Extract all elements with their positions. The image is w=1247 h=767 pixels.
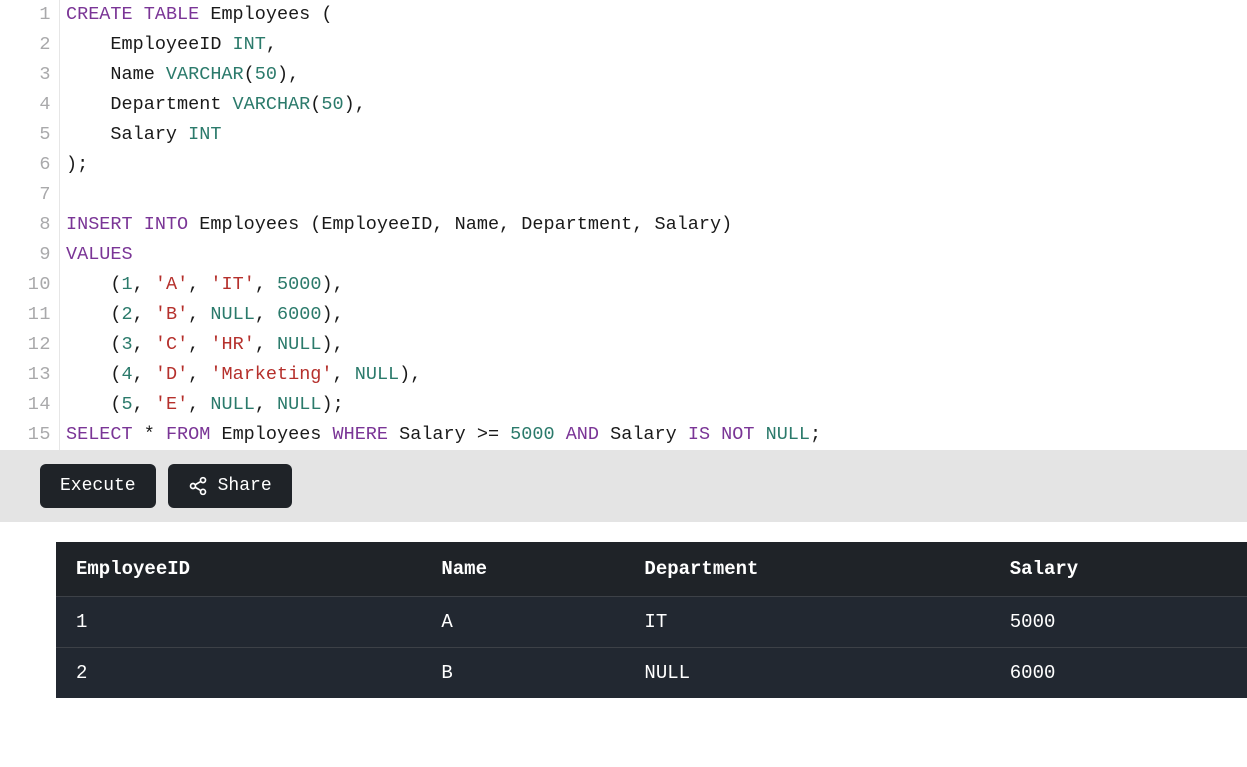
table-cell: NULL [624, 648, 989, 699]
line-number: 10 [0, 270, 51, 300]
table-header-row: EmployeeIDNameDepartmentSalary [56, 542, 1247, 597]
code-content[interactable]: CREATE TABLE Employees ( EmployeeID INT,… [60, 0, 1247, 450]
code-line[interactable]: Name VARCHAR(50), [66, 60, 1247, 90]
code-line[interactable]: Salary INT [66, 120, 1247, 150]
line-number: 8 [0, 210, 51, 240]
code-line[interactable]: VALUES [66, 240, 1247, 270]
share-button[interactable]: Share [168, 464, 292, 508]
line-number: 6 [0, 150, 51, 180]
column-header: Salary [990, 542, 1247, 597]
table-row: 1AIT5000 [56, 597, 1247, 648]
line-number: 1 [0, 0, 51, 30]
table-row: 2BNULL6000 [56, 648, 1247, 699]
code-line[interactable]: (2, 'B', NULL, 6000), [66, 300, 1247, 330]
table-body: 1AIT50002BNULL6000 [56, 597, 1247, 699]
code-line[interactable] [66, 180, 1247, 210]
share-icon [188, 476, 208, 496]
code-line[interactable]: SELECT * FROM Employees WHERE Salary >= … [66, 420, 1247, 450]
code-line[interactable]: ); [66, 150, 1247, 180]
results-table: EmployeeIDNameDepartmentSalary 1AIT50002… [56, 542, 1247, 698]
table-cell: 2 [56, 648, 421, 699]
code-editor[interactable]: 123456789101112131415 CREATE TABLE Emplo… [0, 0, 1247, 450]
line-number: 9 [0, 240, 51, 270]
execute-button[interactable]: Execute [40, 464, 156, 508]
table-cell: A [421, 597, 624, 648]
code-line[interactable]: (1, 'A', 'IT', 5000), [66, 270, 1247, 300]
code-line[interactable]: Department VARCHAR(50), [66, 90, 1247, 120]
line-number: 13 [0, 360, 51, 390]
table-cell: IT [624, 597, 989, 648]
code-line[interactable]: INSERT INTO Employees (EmployeeID, Name,… [66, 210, 1247, 240]
table-cell: 6000 [990, 648, 1247, 699]
line-number: 5 [0, 120, 51, 150]
share-button-label: Share [218, 476, 272, 496]
line-number: 7 [0, 180, 51, 210]
code-line[interactable]: EmployeeID INT, [66, 30, 1247, 60]
execute-button-label: Execute [60, 476, 136, 496]
code-line[interactable]: (4, 'D', 'Marketing', NULL), [66, 360, 1247, 390]
column-header: Name [421, 542, 624, 597]
results-panel: EmployeeIDNameDepartmentSalary 1AIT50002… [0, 522, 1247, 698]
line-number: 14 [0, 390, 51, 420]
toolbar: Execute Share [0, 450, 1247, 522]
table-cell: 1 [56, 597, 421, 648]
code-line[interactable]: (3, 'C', 'HR', NULL), [66, 330, 1247, 360]
column-header: EmployeeID [56, 542, 421, 597]
table-cell: B [421, 648, 624, 699]
line-number: 11 [0, 300, 51, 330]
code-line[interactable]: CREATE TABLE Employees ( [66, 0, 1247, 30]
line-number: 4 [0, 90, 51, 120]
line-number: 2 [0, 30, 51, 60]
line-number: 15 [0, 420, 51, 450]
line-number: 3 [0, 60, 51, 90]
column-header: Department [624, 542, 989, 597]
line-number: 12 [0, 330, 51, 360]
table-cell: 5000 [990, 597, 1247, 648]
code-line[interactable]: (5, 'E', NULL, NULL); [66, 390, 1247, 420]
line-number-gutter: 123456789101112131415 [0, 0, 60, 450]
